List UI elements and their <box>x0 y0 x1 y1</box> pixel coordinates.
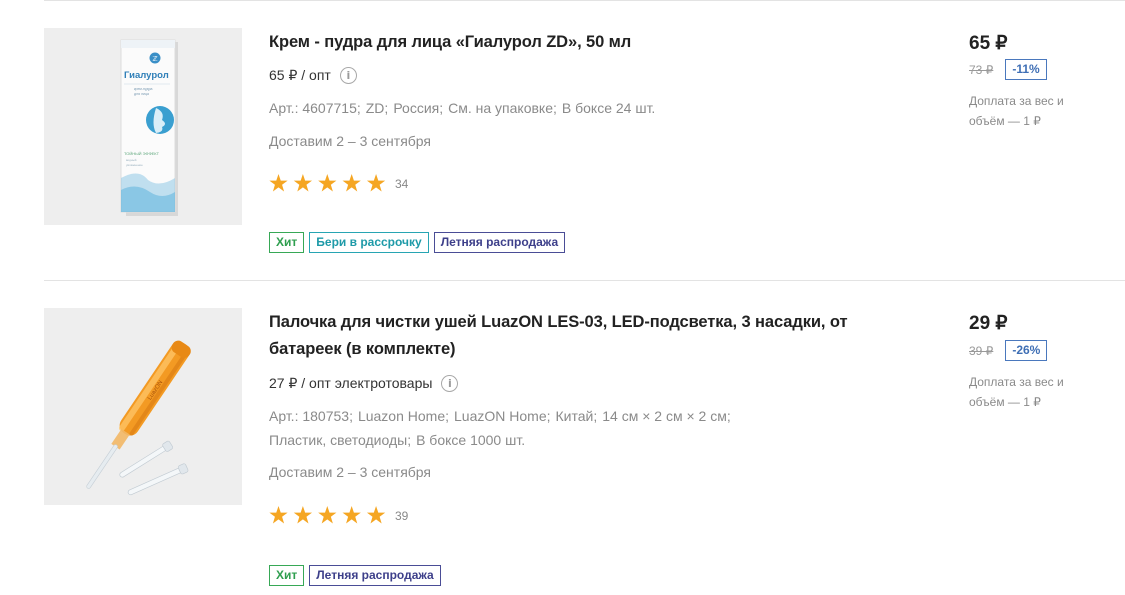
current-price: 65 ₽ <box>969 33 1008 54</box>
star-icon <box>293 174 313 192</box>
badge-list: Хит Бери в рассрочку Летняя распродажа <box>269 232 566 253</box>
badge-summer-sale[interactable]: Летняя распродажа <box>309 565 441 586</box>
star-icon <box>269 506 288 524</box>
box-quantity: В боксе 1000 шт. <box>416 432 526 448</box>
star-icon <box>342 506 361 524</box>
wholesale-price: 65 ₽ / опт i <box>269 67 357 84</box>
rating[interactable]: 34 <box>269 174 408 193</box>
article-number: Арт.: 4607715; <box>269 100 361 116</box>
rating[interactable]: 39 <box>269 506 408 525</box>
svg-text:ТОЙНЫЙ ЭФФЕКТ: ТОЙНЫЙ ЭФФЕКТ <box>124 151 160 156</box>
brand-link[interactable]: ZD <box>366 100 385 116</box>
svg-text:увлажнение: увлажнение <box>126 163 143 167</box>
country: Китай; <box>555 408 598 424</box>
old-price: 73 ₽ <box>969 62 994 77</box>
wholesale-price: 27 ₽ / опт электротовары i <box>269 375 459 392</box>
product-specs: Арт.: 4607715; ZD; Россия; См. на упаковке;… <box>269 96 789 120</box>
cream-tube-image: ℤ Гиалурол крем-пудра для лица ТОЙНЫЙ ЭФ… <box>44 28 242 225</box>
star-icon <box>318 506 337 524</box>
product-card: LuazON Палочка для чистки ушей LuazON LE… <box>0 281 1125 595</box>
info-icon[interactable]: i <box>441 375 459 392</box>
wholesale-price-label: 27 ₽ / опт электротовары <box>269 375 433 391</box>
svg-text:крем-пудра: крем-пудра <box>134 87 153 91</box>
product-title[interactable]: Палочка для чистки ушей LuazON LES-03, L… <box>269 309 869 363</box>
product-specs: Арт.: 180753; Luazon Home; LuazON Home; Кит… <box>269 404 769 452</box>
surcharge-note: Доплата за вес и объём — 1 ₽ <box>969 94 1064 128</box>
star-icon <box>366 506 386 524</box>
country: Россия; <box>393 100 444 116</box>
review-count[interactable]: 34 <box>395 177 408 191</box>
star-icon <box>366 174 386 192</box>
badge-list: Хит Летняя распродажа <box>269 565 441 586</box>
dimensions: См. на упаковке; <box>448 100 557 116</box>
article-number: Арт.: 180753; <box>269 408 353 424</box>
brand-link[interactable]: Luazon Home; <box>358 408 449 424</box>
current-price: 29 ₽ <box>969 313 1008 334</box>
svg-text:водный: водный <box>126 158 137 162</box>
old-price-row: 73 ₽ -11% <box>969 59 1047 80</box>
ear-cleaner-image: LuazON <box>44 308 242 505</box>
separator: ; <box>384 100 389 116</box>
info-icon[interactable]: i <box>339 67 357 84</box>
product-card: ℤ Гиалурол крем-пудра для лица ТОЙНЫЙ ЭФ… <box>0 0 1125 280</box>
wholesale-price-label: 65 ₽ / опт <box>269 67 331 83</box>
star-icon <box>269 174 288 192</box>
old-price-row: 39 ₽ -26% <box>969 340 1048 361</box>
svg-text:для лица: для лица <box>134 92 149 96</box>
badge-hit[interactable]: Хит <box>269 232 305 253</box>
product-title[interactable]: Крем - пудра для лица «Гиалурол ZD», 50 … <box>269 29 869 56</box>
star-icon <box>342 174 361 192</box>
svg-text:ℤ: ℤ <box>152 55 157 63</box>
badge-hit[interactable]: Хит <box>269 565 305 586</box>
dimensions: 14 см × 2 см × 2 см; <box>602 408 731 424</box>
box-quantity: В боксе 24 шт. <box>561 100 656 116</box>
star-icon <box>293 506 313 524</box>
badge-installment[interactable]: Бери в рассрочку <box>309 232 429 253</box>
surcharge-note: Доплата за вес и объём — 1 ₽ <box>969 375 1064 409</box>
discount-badge: -11% <box>1005 59 1047 80</box>
material: Пластик, светодиоды; <box>269 432 412 448</box>
review-count[interactable]: 39 <box>395 509 408 523</box>
star-icon <box>318 174 337 192</box>
delivery-date: Доставим 2 – 3 сентября <box>269 464 432 480</box>
product-image[interactable]: LuazON <box>44 308 242 505</box>
delivery-date: Доставим 2 – 3 сентября <box>269 133 432 149</box>
old-price: 39 ₽ <box>969 343 994 358</box>
svg-text:Гиалурол: Гиалурол <box>124 70 169 81</box>
product-image[interactable]: ℤ Гиалурол крем-пудра для лица ТОЙНЫЙ ЭФ… <box>44 28 242 225</box>
brand-link[interactable]: LuazON Home; <box>454 408 550 424</box>
discount-badge: -26% <box>1005 340 1048 361</box>
badge-summer-sale[interactable]: Летняя распродажа <box>433 232 566 253</box>
